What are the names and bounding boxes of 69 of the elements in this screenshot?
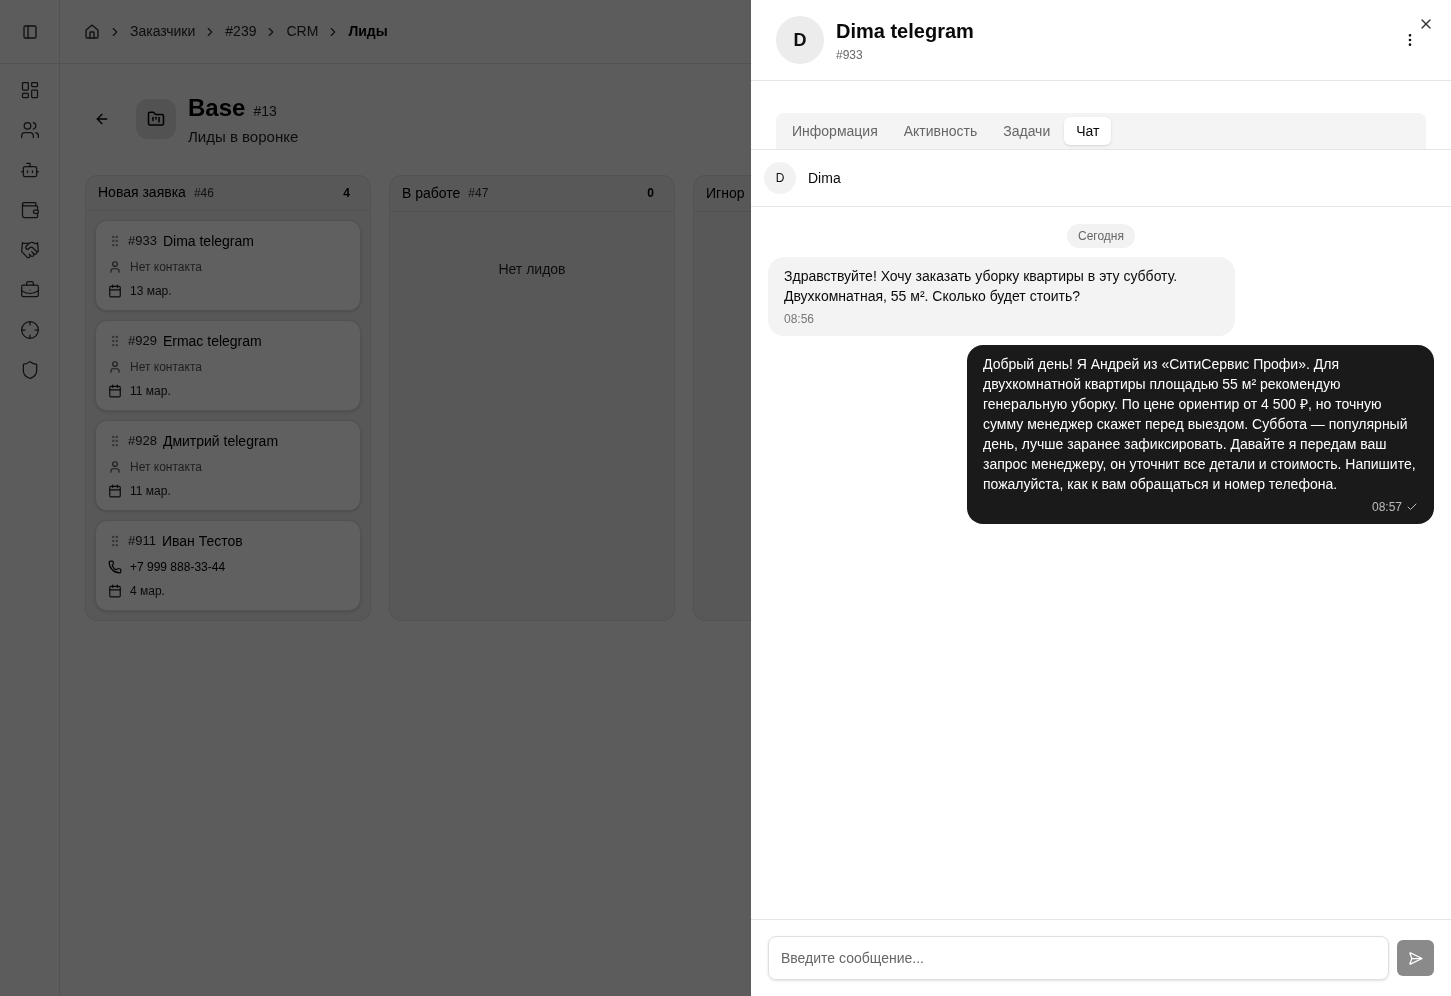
- avatar: D: [776, 16, 824, 64]
- tab[interactable]: Информация: [780, 117, 890, 145]
- lead-date: 11 мар.: [130, 382, 171, 400]
- kanban-folder-icon: [147, 110, 165, 129]
- column-title: Игнор: [706, 183, 745, 203]
- message-time: 08:56: [784, 311, 815, 328]
- lead-number: #933: [836, 47, 864, 64]
- message-text: Добрый день! Я Андрей из «СитиСервис Профи». Для двухкомнатной квартиры площадью 55 м² рекомендую генеральную уборку. По цене ориентир от 4 500 ₽, но точную сумму менеджер скажет перед выездом. Суббота — популярный день, лучше заранее зафиксировать. Давайте я передам ваш запрос менеджеру, он уточнит все детали и стоимость. Напишите, пожалуйста, как к вам обращаться и номер телефона.: [983, 355, 1417, 494]
- lead-title: Dima telegram: [836, 19, 974, 44]
- message-text: Здравствуйте! Хочу заказать уборку квартиры в эту субботу. Двухкомнатная, 55 м². Сколько будет стоить?: [784, 267, 1179, 306]
- lead-date: 11 мар.: [130, 482, 171, 500]
- home-icon[interactable]: [84, 23, 100, 40]
- person-icon: [108, 259, 122, 274]
- page-title: Base: [188, 93, 246, 123]
- lead-contact: +7 999 888-33-44: [130, 558, 226, 576]
- contact-name: Dima: [808, 168, 841, 188]
- wallet-icon[interactable]: [19, 200, 40, 220]
- lead-name: Dima telegram: [162, 231, 254, 251]
- message-time: 08:57: [1371, 499, 1402, 516]
- page-id: #13: [253, 102, 277, 121]
- phone-icon: [108, 559, 122, 574]
- column-title: В работе: [402, 183, 461, 203]
- handshake-icon[interactable]: [19, 240, 40, 260]
- lead-date: 4 мар.: [130, 582, 165, 600]
- breadcrumb-link[interactable]: CRM: [286, 21, 319, 42]
- users-icon[interactable]: [19, 120, 40, 140]
- lead-contact: Нет контакта: [130, 458, 202, 476]
- lead-id: #928: [128, 432, 157, 451]
- calendar-icon: [108, 583, 122, 598]
- lead-count: 0: [646, 185, 655, 202]
- contact-avatar: D: [764, 162, 796, 194]
- tab[interactable]: Активность: [891, 117, 990, 145]
- lead-count: 4: [342, 184, 351, 202]
- lead-contact: Нет контакта: [130, 358, 202, 376]
- lead-id: #929: [128, 332, 157, 351]
- person-icon: [108, 459, 122, 474]
- lead-date: 13 мар.: [130, 282, 172, 300]
- lead-card[interactable]: #929 Ermac telegram Нет контакта 11 мар.: [95, 319, 361, 411]
- lead-card[interactable]: #911 Иван Тестов +7 999 888-33-44 4 мар.: [95, 519, 361, 611]
- dashboard-icon[interactable]: [19, 80, 40, 100]
- lead-id: #933: [128, 232, 157, 251]
- lead-name: Ermac telegram: [162, 331, 262, 351]
- calendar-icon: [108, 283, 122, 298]
- message-input[interactable]: Введите сообщение...: [768, 936, 1389, 980]
- breadcrumb-link[interactable]: Заказчики: [130, 21, 196, 42]
- lead-name: Дмитрий telegram: [162, 431, 279, 451]
- person-icon: [108, 359, 122, 374]
- send-icon: [1408, 950, 1423, 966]
- column-id: #47: [468, 185, 489, 202]
- sidebar-toggle-icon[interactable]: [21, 23, 38, 40]
- column-id: #46: [193, 184, 214, 202]
- tab[interactable]: Задачи: [991, 117, 1063, 145]
- briefcase-icon[interactable]: [19, 280, 40, 300]
- page-subtitle: Лиды в воронке: [188, 127, 299, 147]
- breadcrumb-link[interactable]: Лиды: [348, 21, 388, 42]
- calendar-icon: [108, 383, 122, 398]
- tab[interactable]: Чат: [1064, 117, 1112, 145]
- crosshair-icon[interactable]: [19, 320, 40, 340]
- lead-name: Иван Тестов: [161, 531, 243, 551]
- empty-state-text: Нет лидов: [498, 259, 566, 279]
- lead-card[interactable]: #928 Дмитрий telegram Нет контакта 11 мар.: [95, 419, 361, 511]
- lead-id: #911: [128, 532, 156, 551]
- breadcrumb-link[interactable]: #239: [225, 21, 257, 42]
- lead-card[interactable]: #933 Dima telegram Нет контакта 13 мар.: [95, 219, 361, 311]
- robot-icon[interactable]: [19, 160, 40, 180]
- send-button[interactable]: [1397, 940, 1434, 976]
- column-title: Новая заявка: [98, 183, 186, 202]
- calendar-icon: [108, 483, 122, 498]
- lead-contact: Нет контакта: [130, 258, 202, 276]
